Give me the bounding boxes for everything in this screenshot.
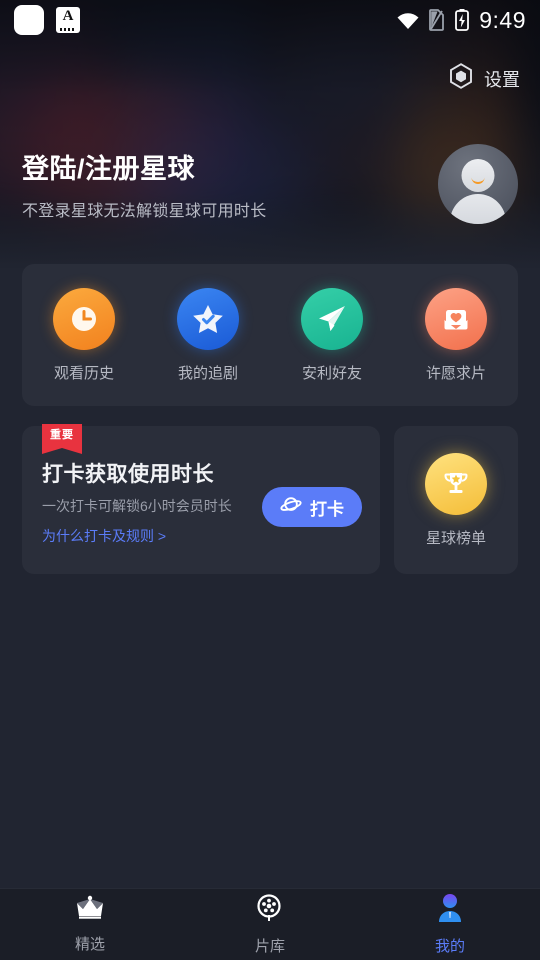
tab-featured[interactable]: 精选 xyxy=(0,889,180,960)
quick-action-my-series[interactable]: 我的追剧 xyxy=(146,287,270,383)
tab-label: 片库 xyxy=(254,938,285,955)
checkin-button[interactable]: 打卡 xyxy=(262,487,362,527)
battery-charging-icon xyxy=(455,9,470,31)
star-check-icon xyxy=(177,287,239,350)
checkin-button-label: 打卡 xyxy=(310,499,344,519)
checkin-card: 重要 打卡获取使用时长 一次打卡可解锁6小时会员时长 为什么打卡及规则 > 打卡 xyxy=(22,424,380,574)
app-white-square-icon xyxy=(14,5,44,35)
clock-icon xyxy=(53,287,115,350)
login-register-row[interactable]: 登陆/注册星球 不登录星球无法解锁星球可用时长 xyxy=(22,140,518,228)
tab-mine[interactable]: 我的 xyxy=(360,889,540,960)
settings-label: 设置 xyxy=(484,69,520,90)
ranking-label: 星球榜单 xyxy=(425,529,486,547)
wifi-icon xyxy=(396,12,419,29)
status-badge: 重要 xyxy=(42,424,82,454)
app-screen: A 9:49 设置 登陆/注册星球 不登录星球无法解锁星球可用时长 观看历史 我… xyxy=(0,0,540,960)
quick-action-watch-history[interactable]: 观看历史 xyxy=(22,287,146,383)
status-bar-clock: 9:49 xyxy=(479,6,526,33)
app-a-icon: A xyxy=(56,7,80,33)
envelope-heart-icon xyxy=(425,287,487,350)
settings-button[interactable]: 设置 xyxy=(447,62,520,95)
ranking-card[interactable]: 星球榜单 xyxy=(394,426,518,574)
paper-plane-icon xyxy=(301,287,363,350)
login-title: 登陆/注册星球 xyxy=(22,154,196,184)
avatar-head xyxy=(461,159,495,192)
login-subtitle: 不登录星球无法解锁星球可用时长 xyxy=(22,203,267,220)
checkin-rules-link[interactable]: 为什么打卡及规则 > xyxy=(42,526,166,546)
quick-action-label: 我的追剧 xyxy=(177,364,238,382)
quick-action-request-film[interactable]: 许愿求片 xyxy=(394,287,518,383)
avatar[interactable] xyxy=(438,144,518,224)
quick-action-label: 安利好友 xyxy=(301,364,362,382)
tab-label: 我的 xyxy=(434,938,465,955)
avatar-body xyxy=(450,194,506,224)
hexagon-gear-icon xyxy=(447,62,475,95)
crown-icon xyxy=(74,895,106,926)
tab-label: 精选 xyxy=(74,936,105,953)
checkin-title: 打卡获取使用时长 xyxy=(42,463,214,486)
quick-action-label: 许愿求片 xyxy=(425,364,486,382)
lower-cards-row: 重要 打卡获取使用时长 一次打卡可解锁6小时会员时长 为什么打卡及规则 > 打卡 xyxy=(22,424,518,574)
sim-off-icon xyxy=(428,9,445,31)
status-bar: A 9:49 xyxy=(0,0,540,40)
checkin-subtitle: 一次打卡可解锁6小时会员时长 xyxy=(42,498,232,514)
quick-action-label: 观看历史 xyxy=(53,364,114,382)
trophy-icon xyxy=(425,452,487,515)
quick-actions-card: 观看历史 我的追剧 安利好友 许愿求片 xyxy=(22,264,518,406)
tab-library[interactable]: 片库 xyxy=(180,889,360,960)
status-bar-right: 9:49 xyxy=(396,7,526,34)
bottom-tab-bar: 精选 片库 我的 xyxy=(0,888,540,960)
film-reel-icon xyxy=(255,893,285,928)
quick-action-share-friends[interactable]: 安利好友 xyxy=(270,287,394,383)
person-icon xyxy=(436,893,464,928)
login-text-block: 登陆/注册星球 不登录星球无法解锁星球可用时长 xyxy=(22,147,438,221)
status-bar-left: A xyxy=(14,5,80,35)
planet-icon xyxy=(280,494,302,521)
